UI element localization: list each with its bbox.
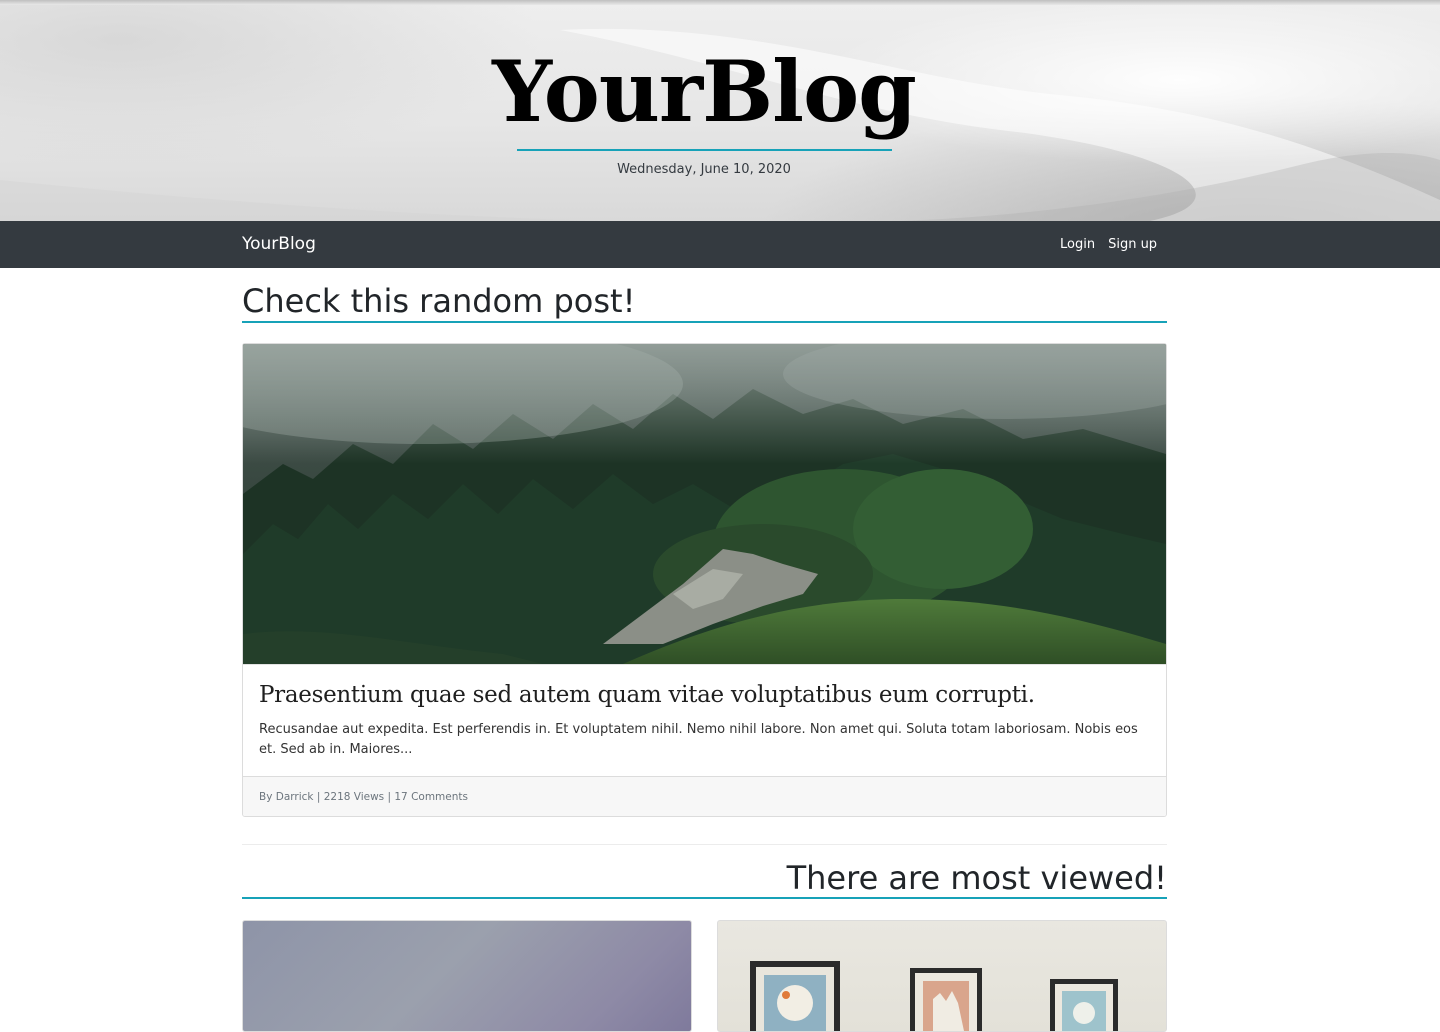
site-title: YourBlog [492,42,917,141]
most-viewed-card-2[interactable] [717,920,1167,1032]
featured-post-card[interactable]: Praesentium quae sed autem quam vitae vo… [242,343,1167,817]
featured-post-footer: By Darrick | 2218 Views | 17 Comments [243,776,1166,816]
most-viewed-heading-rule [242,897,1167,899]
navbar: YourBlog Login Sign up [0,221,1440,268]
featured-post-title[interactable]: Praesentium quae sed autem quam vitae vo… [259,680,1035,710]
featured-post-meta: By Darrick | 2218 Views | 17 Comments [259,791,468,803]
featured-post-image[interactable] [243,344,1166,664]
random-post-heading-rule [242,321,1167,323]
login-link[interactable]: Login [1060,235,1095,255]
featured-post-body: Praesentium quae sed autem quam vitae vo… [243,664,1166,777]
navbar-brand-link[interactable]: YourBlog [242,232,316,256]
featured-post-excerpt: Recusandae aut expedita. Est perferendis… [259,722,1138,757]
most-viewed-card-1[interactable] [242,920,692,1032]
most-viewed-image-2[interactable] [718,921,1166,1031]
random-post-heading: Check this random post! [242,282,636,320]
signup-link[interactable]: Sign up [1108,235,1157,255]
site-title-underline [517,149,892,151]
section-divider [242,844,1167,845]
navbar-auth-links: Login Sign up [1060,235,1157,255]
most-viewed-heading: There are most viewed! [786,859,1167,897]
current-date: Wednesday, June 10, 2020 [617,162,791,177]
hero-header: YourBlog Wednesday, June 10, 2020 [0,0,1440,221]
